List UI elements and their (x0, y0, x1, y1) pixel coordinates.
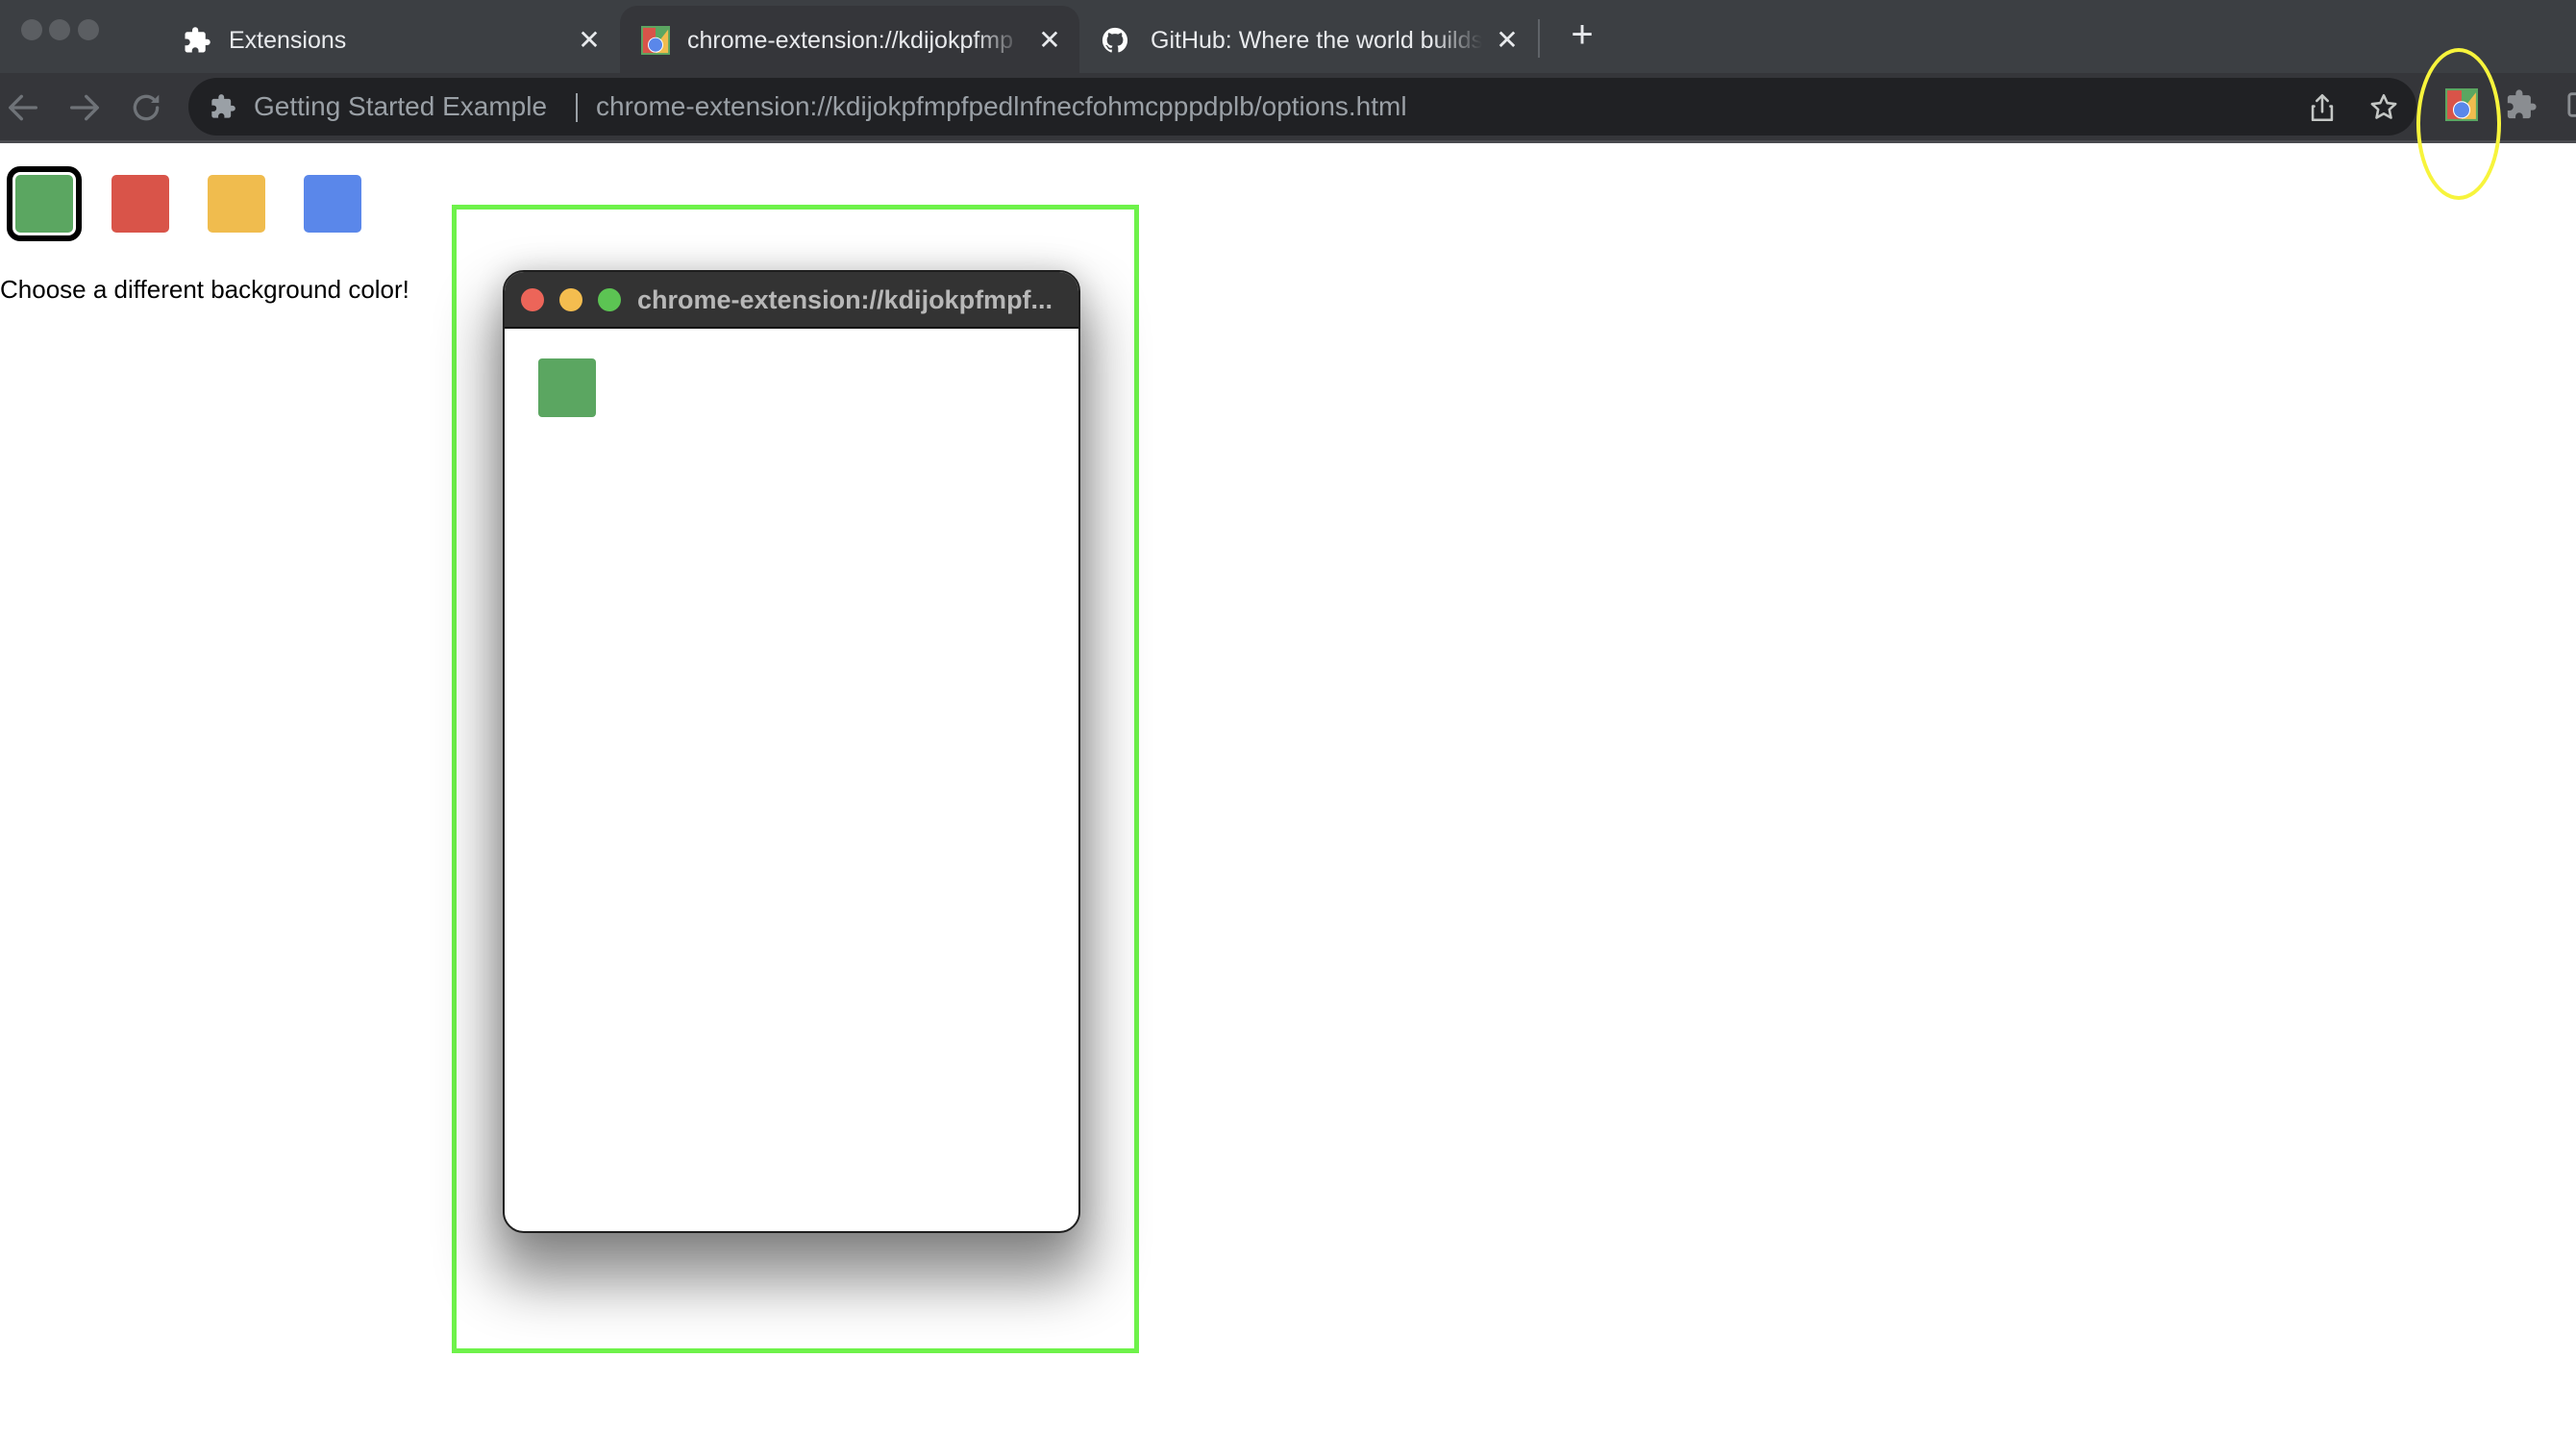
tab-strip: Extensions ✕ chrome-extension://kdijokpf… (0, 0, 2576, 73)
tab-close-button[interactable]: ✕ (1035, 23, 1064, 58)
site-info-puzzle-icon[interactable] (210, 93, 236, 120)
swatch-red[interactable] (111, 175, 169, 233)
tab-extension-options[interactable]: chrome-extension://kdijokpfmp ✕ (620, 6, 1079, 73)
puzzle-icon (185, 27, 211, 53)
swatch-green[interactable] (7, 166, 82, 241)
bookmark-star-icon[interactable] (2367, 91, 2400, 124)
instruction-text: Choose a different background color! (0, 275, 409, 304)
window-minimize-button[interactable] (49, 19, 70, 40)
popup-minimize-button[interactable] (559, 288, 582, 311)
back-button[interactable] (4, 88, 42, 127)
extension-favicon (641, 26, 670, 55)
popup-zoom-button[interactable] (598, 288, 621, 311)
extensions-menu-puzzle-icon[interactable] (2505, 88, 2538, 121)
reload-button[interactable] (127, 88, 165, 127)
swatch-yellow[interactable] (208, 175, 265, 233)
tab-extensions[interactable]: Extensions ✕ (154, 6, 620, 73)
omnibox-divider (576, 93, 578, 122)
new-tab-button[interactable]: + (1563, 15, 1601, 54)
tab-label: chrome-extension://kdijokpfmp (687, 27, 1014, 54)
popup-titlebar: chrome-extension://kdijokpfmpf... (505, 272, 1078, 329)
forward-button[interactable] (65, 88, 104, 127)
popup-title: chrome-extension://kdijokpfmpf... (637, 285, 1053, 314)
swatch-blue[interactable] (304, 175, 361, 233)
browser-toolbar: Getting Started Example chrome-extension… (0, 73, 2576, 143)
tab-close-button[interactable]: ✕ (575, 23, 604, 58)
tab-github[interactable]: GitHub: Where the world builds ✕ (1079, 6, 1536, 73)
window-zoom-button[interactable] (78, 19, 99, 40)
site-name: Getting Started Example (254, 91, 548, 121)
popup-close-button[interactable] (521, 288, 544, 311)
share-icon[interactable] (2306, 91, 2339, 124)
tab-label: GitHub: Where the world builds (1151, 27, 1482, 54)
address-bar[interactable]: Getting Started Example chrome-extension… (188, 78, 2416, 136)
window-close-button[interactable] (21, 19, 42, 40)
extension-popup-window: chrome-extension://kdijokpfmpf... (503, 270, 1080, 1233)
tab-close-button[interactable]: ✕ (1493, 23, 1522, 58)
highlight-ellipse (2416, 48, 2501, 200)
change-color-button[interactable] (538, 358, 596, 417)
tab-separator (1538, 19, 1540, 58)
github-icon (1102, 27, 1128, 53)
url-text[interactable]: chrome-extension://kdijokpfmpfpedlnfnecf… (596, 90, 1407, 123)
side-panel-icon[interactable] (2566, 88, 2576, 121)
tab-label: Extensions (229, 27, 347, 54)
